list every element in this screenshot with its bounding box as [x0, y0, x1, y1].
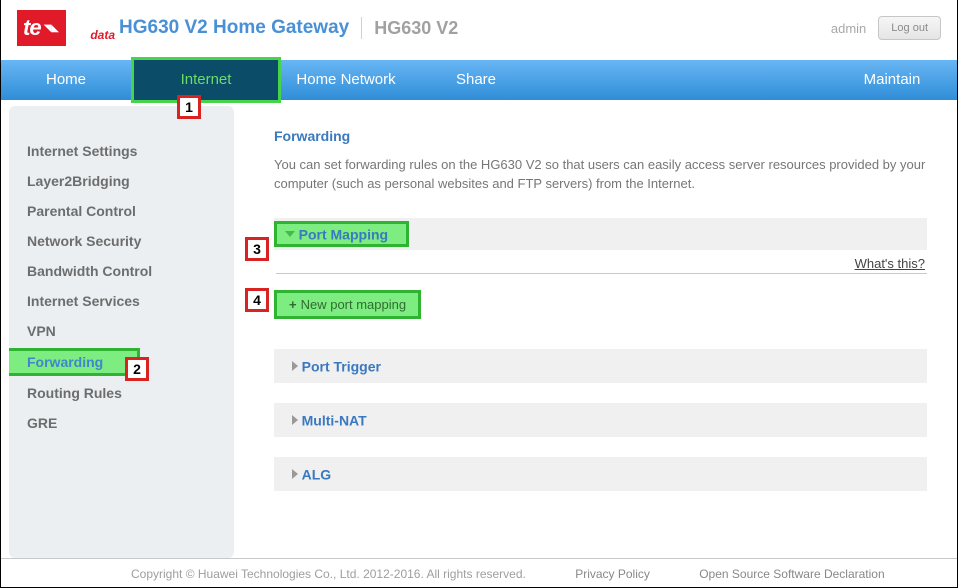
chevron-right-icon — [292, 361, 298, 371]
section-port-trigger-label: Port Trigger — [302, 358, 381, 374]
sidebar-item-internet-services[interactable]: Internet Services — [9, 286, 234, 316]
chevron-right-icon — [292, 415, 298, 425]
logo-text-te: te — [17, 15, 41, 41]
page-subtitle: HG630 V2 — [374, 18, 458, 39]
section-multi-nat[interactable]: Multi-NAT — [274, 403, 927, 437]
sidebar-item-bandwidth-control[interactable]: Bandwidth Control — [9, 256, 234, 286]
annotation-callout-1: 1 — [177, 95, 201, 119]
new-port-mapping-label: New port mapping — [301, 297, 407, 312]
logout-button[interactable]: Log out — [878, 16, 941, 40]
section-alg-label: ALG — [302, 466, 332, 482]
sidebar-item-gre[interactable]: GRE — [9, 408, 234, 438]
nav-share[interactable]: Share — [411, 60, 541, 100]
sidebar-item-vpn[interactable]: VPN — [9, 316, 234, 346]
sidebar-item-parental-control[interactable]: Parental Control — [9, 196, 234, 226]
sidebar-item-network-security[interactable]: Network Security — [9, 226, 234, 256]
annotation-callout-2: 2 — [125, 357, 149, 381]
current-user-label: admin — [831, 21, 866, 36]
annotation-callout-4: 4 — [245, 288, 269, 312]
nav-internet[interactable]: Internet — [131, 57, 281, 103]
logo-arrow-icon: ◥◣ — [44, 23, 59, 34]
section-port-mapping-label: Port Mapping — [299, 226, 388, 242]
nav-home[interactable]: Home — [1, 60, 131, 100]
section-multi-nat-label: Multi-NAT — [302, 412, 367, 428]
title-separator — [361, 17, 362, 39]
content-description: You can set forwarding rules on the HG63… — [274, 156, 927, 194]
nav-home-network[interactable]: Home Network — [281, 60, 411, 100]
sidebar-item-routing-rules[interactable]: Routing Rules — [9, 378, 234, 408]
sidebar-item-forwarding[interactable]: Forwarding — [9, 348, 140, 376]
footer-privacy-link[interactable]: Privacy Policy — [575, 567, 650, 581]
content-area: Forwarding You can set forwarding rules … — [234, 100, 957, 558]
nav-maintain[interactable]: Maintain — [827, 60, 957, 100]
footer-oss-link[interactable]: Open Source Software Declaration — [699, 567, 884, 581]
sidebar-item-internet-settings[interactable]: Internet Settings — [9, 136, 234, 166]
page-title: HG630 V2 Home Gateway — [119, 17, 349, 39]
main-nav: Home Internet Home Network Share Maintai… — [1, 60, 957, 100]
section-alg[interactable]: ALG — [274, 457, 927, 491]
sidebar: Internet Settings Layer2Bridging Parenta… — [9, 106, 234, 558]
sidebar-item-layer2bridging[interactable]: Layer2Bridging — [9, 166, 234, 196]
logo-text-data: data — [90, 28, 115, 42]
whats-this-link[interactable]: What's this? — [855, 256, 925, 271]
footer-copyright: Copyright © Huawei Technologies Co., Ltd… — [131, 567, 526, 581]
brand-logo: te ◥◣ data — [17, 10, 99, 46]
chevron-down-icon — [285, 231, 295, 237]
chevron-right-icon — [292, 469, 298, 479]
plus-icon: + — [289, 297, 297, 312]
new-port-mapping-button[interactable]: + New port mapping — [274, 290, 421, 319]
footer: Copyright © Huawei Technologies Co., Ltd… — [1, 558, 957, 587]
content-heading: Forwarding — [274, 128, 927, 144]
top-bar: te ◥◣ data HG630 V2 Home Gateway HG630 V… — [1, 0, 957, 60]
annotation-callout-3: 3 — [245, 237, 269, 261]
section-port-trigger[interactable]: Port Trigger — [274, 349, 927, 383]
section-port-mapping[interactable]: Port Mapping — [274, 218, 927, 250]
